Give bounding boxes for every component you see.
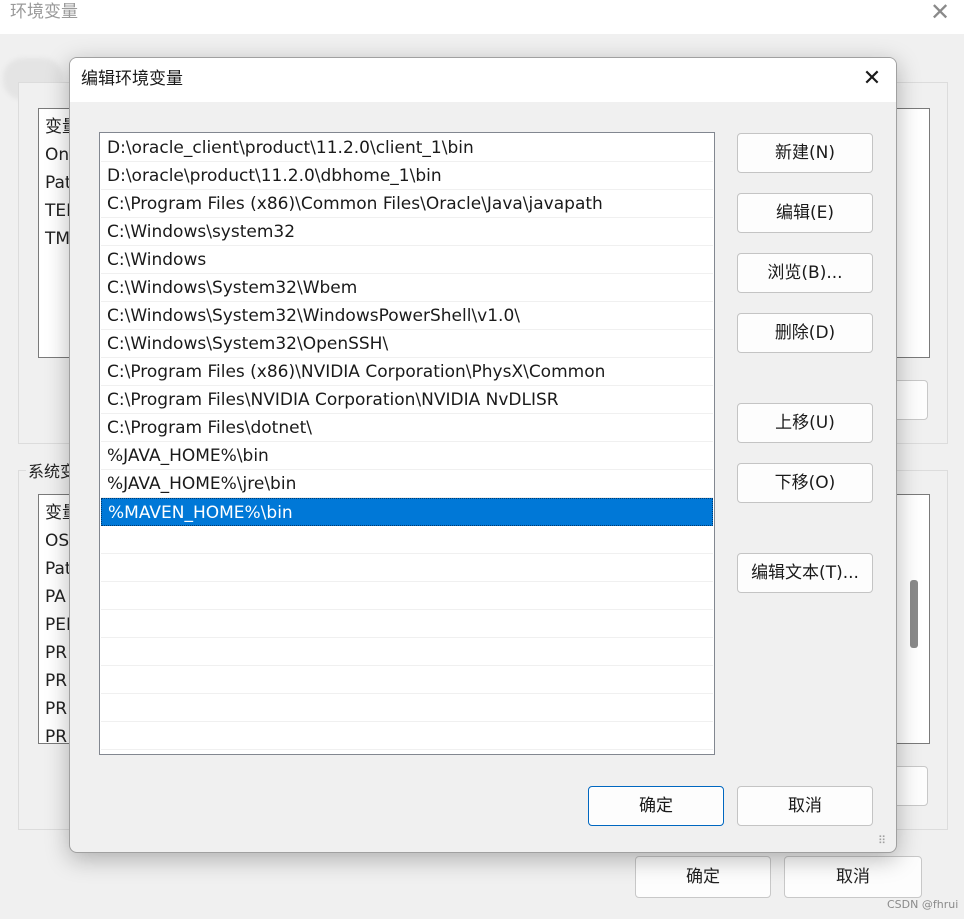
list-item[interactable]: %JAVA_HOME%\jre\bin bbox=[101, 470, 713, 498]
dialog-title: 编辑环境变量 bbox=[81, 69, 183, 89]
list-item[interactable]: %MAVEN_HOME%\bin bbox=[101, 498, 713, 526]
list-item[interactable]: D:\oracle\product\11.2.0\dbhome_1\bin bbox=[101, 162, 713, 190]
list-item[interactable]: C:\Program Files (x86)\NVIDIA Corporatio… bbox=[101, 358, 713, 386]
list-item[interactable]: C:\Program Files\dotnet\ bbox=[101, 414, 713, 442]
empty-list-row[interactable] bbox=[101, 638, 713, 666]
list-item[interactable]: D:\oracle_client\product\11.2.0\client_1… bbox=[101, 134, 713, 162]
background-ok-button[interactable]: 确定 bbox=[635, 856, 771, 898]
list-item[interactable]: C:\Windows bbox=[101, 246, 713, 274]
edit-environment-variable-dialog: 编辑环境变量 ✕ D:\oracle_client\product\11.2.0… bbox=[69, 57, 897, 853]
list-item[interactable]: C:\Windows\System32\OpenSSH\ bbox=[101, 330, 713, 358]
empty-list-row[interactable] bbox=[101, 582, 713, 610]
empty-list-row[interactable] bbox=[101, 722, 713, 750]
delete-button[interactable]: 删除(D) bbox=[737, 313, 873, 353]
cancel-button[interactable]: 取消 bbox=[737, 786, 873, 826]
system-list-scrollbar-thumb[interactable] bbox=[910, 580, 918, 648]
background-window-title: 环境变量 bbox=[10, 2, 78, 22]
empty-list-row[interactable] bbox=[101, 554, 713, 582]
dialog-titlebar: 编辑环境变量 ✕ bbox=[70, 58, 896, 102]
empty-list-row[interactable] bbox=[101, 666, 713, 694]
background-window-titlebar: 环境变量 ✕ bbox=[0, 0, 964, 34]
edit-text-button[interactable]: 编辑文本(T)... bbox=[737, 553, 873, 593]
empty-list-row[interactable] bbox=[101, 694, 713, 722]
list-item[interactable]: C:\Program Files (x86)\Common Files\Orac… bbox=[101, 190, 713, 218]
path-entries-list[interactable]: D:\oracle_client\product\11.2.0\client_1… bbox=[99, 132, 715, 755]
list-item[interactable]: %JAVA_HOME%\bin bbox=[101, 442, 713, 470]
browse-button[interactable]: 浏览(B)... bbox=[737, 253, 873, 293]
background-cancel-button[interactable]: 取消 bbox=[784, 856, 922, 898]
edit-button[interactable]: 编辑(E) bbox=[737, 193, 873, 233]
watermark: CSDN @fhrui bbox=[887, 898, 959, 911]
ok-button[interactable]: 确定 bbox=[588, 786, 724, 826]
move-down-button[interactable]: 下移(O) bbox=[737, 463, 873, 503]
new-button[interactable]: 新建(N) bbox=[737, 133, 873, 173]
list-item[interactable]: C:\Program Files\NVIDIA Corporation\NVID… bbox=[101, 386, 713, 414]
empty-list-row[interactable] bbox=[101, 526, 713, 554]
resize-grip-icon[interactable]: ⠿ bbox=[878, 834, 886, 847]
list-item[interactable]: C:\Windows\System32\Wbem bbox=[101, 274, 713, 302]
list-item[interactable]: C:\Windows\System32\WindowsPowerShell\v1… bbox=[101, 302, 713, 330]
list-item[interactable]: C:\Windows\system32 bbox=[101, 218, 713, 246]
close-icon[interactable]: ✕ bbox=[857, 64, 887, 94]
move-up-button[interactable]: 上移(U) bbox=[737, 403, 873, 443]
empty-list-row[interactable] bbox=[101, 610, 713, 638]
background-close-icon[interactable]: ✕ bbox=[930, 0, 950, 24]
